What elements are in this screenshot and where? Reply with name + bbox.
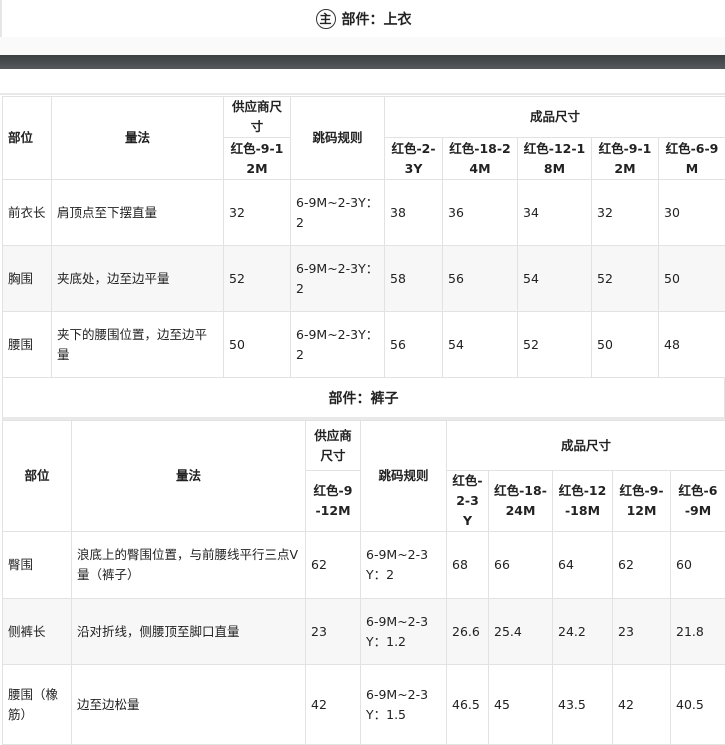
section-title-top: 部件：上衣 — [342, 9, 412, 29]
header-part: 部位 — [3, 421, 72, 532]
cell-rule: 6-9M~2-3Y：2 — [291, 246, 385, 312]
header-finished: 成品尺寸 — [385, 97, 725, 138]
section-header-top: 主 部件：上衣 — [0, 0, 725, 37]
cell-size-value: 46.5 — [447, 665, 489, 745]
cell-method: 边至边松量 — [72, 665, 306, 745]
cell-method: 沿对折线，侧腰顶至脚口直量 — [72, 599, 306, 665]
cell-part: 胸围 — [3, 246, 52, 312]
cell-size-value: 21.8 — [671, 599, 725, 665]
cell-size-value: 68 — [447, 532, 489, 599]
cell-size-value: 48 — [659, 312, 725, 378]
cell-size-value: 26.6 — [447, 599, 489, 665]
cell-method: 浪底上的臀围位置，与前腰线平行三点V量（裤子） — [72, 532, 306, 599]
cell-size-value: 54 — [518, 246, 592, 312]
cell-size-value: 54 — [443, 312, 518, 378]
section-title-pants: 部件：裤子 — [329, 388, 399, 408]
cell-size-value: 56 — [385, 312, 443, 378]
cell-size-value: 25.4 — [489, 599, 553, 665]
spacer — [0, 37, 725, 55]
cell-size-value: 43.5 — [553, 665, 613, 745]
main-badge-icon: 主 — [316, 9, 336, 29]
cell-rule: 6-9M~2-3Y：1.5 — [361, 665, 447, 745]
cell-size-value: 56 — [443, 246, 518, 312]
header-supplier-size: 红色-9-12M — [224, 138, 291, 180]
cell-size-value: 24.2 — [553, 599, 613, 665]
header-supplier: 供应商尺寸 — [306, 421, 361, 471]
top-size-table: 部位 量法 供应商尺寸 跳码规则 成品尺寸 红色-9-12M 红色-2-3Y 红… — [2, 96, 725, 378]
cell-method: 夹下的腰围位置，边至边平量 — [52, 312, 224, 378]
cell-supplier: 42 — [306, 665, 361, 745]
cell-supplier: 52 — [224, 246, 291, 312]
cell-size-value: 34 — [518, 180, 592, 246]
header-size: 红色-12-18M — [518, 138, 592, 180]
cell-size-value: 58 — [385, 246, 443, 312]
header-rule: 跳码规则 — [291, 97, 385, 180]
header-size: 红色-18-24M — [443, 138, 518, 180]
spacer — [0, 69, 725, 95]
cell-rule: 6-9M~2-3Y：2 — [291, 180, 385, 246]
table-row: 臀围浪底上的臀围位置，与前腰线平行三点V量（裤子）626-9M~2-3Y：268… — [3, 532, 725, 599]
cell-size-value: 42 — [613, 665, 671, 745]
header-size: 红色-2-3Y — [447, 471, 489, 532]
header-method: 量法 — [72, 421, 306, 532]
cell-size-value: 52 — [518, 312, 592, 378]
cell-rule: 6-9M~2-3Y：2 — [361, 532, 447, 599]
cell-size-value: 23 — [613, 599, 671, 665]
header-size: 红色-9-12M — [592, 138, 659, 180]
cell-part: 腰围 — [3, 312, 52, 378]
header-method: 量法 — [52, 97, 224, 180]
table-row: 腰围夹下的腰围位置，边至边平量506-9M~2-3Y：25654525048 — [3, 312, 725, 378]
cell-size-value: 32 — [592, 180, 659, 246]
pants-size-table: 部位 量法 供应商尺寸 跳码规则 成品尺寸 红色-9-12M 红色-2-3Y 红… — [2, 420, 725, 745]
header-part: 部位 — [3, 97, 52, 180]
header-rule: 跳码规则 — [361, 421, 447, 532]
cell-size-value: 30 — [659, 180, 725, 246]
header-finished: 成品尺寸 — [447, 421, 725, 471]
cell-part: 臀围 — [3, 532, 72, 599]
cell-size-value: 60 — [671, 532, 725, 599]
cell-size-value: 50 — [592, 312, 659, 378]
table-row: 胸围夹底处，边至边平量526-9M~2-3Y：25856545250 — [3, 246, 725, 312]
cell-size-value: 36 — [443, 180, 518, 246]
cell-method: 肩顶点至下摆直量 — [52, 180, 224, 246]
cell-size-value: 45 — [489, 665, 553, 745]
cell-size-value: 66 — [489, 532, 553, 599]
header-size: 红色-9-12M — [613, 471, 671, 532]
divider-bar — [0, 55, 725, 69]
header-size: 红色-2-3Y — [385, 138, 443, 180]
cell-size-value: 40.5 — [671, 665, 725, 745]
cell-size-value: 64 — [553, 532, 613, 599]
cell-supplier: 32 — [224, 180, 291, 246]
cell-size-value: 38 — [385, 180, 443, 246]
header-size: 红色-6-9M — [659, 138, 725, 180]
cell-supplier: 50 — [224, 312, 291, 378]
cell-supplier: 23 — [306, 599, 361, 665]
cell-size-value: 50 — [659, 246, 725, 312]
cell-method: 夹底处，边至边平量 — [52, 246, 224, 312]
table-row: 前衣长肩顶点至下摆直量326-9M~2-3Y：23836343230 — [3, 180, 725, 246]
cell-size-value: 52 — [592, 246, 659, 312]
table-row: 侧裤长沿对折线，侧腰顶至脚口直量236-9M~2-3Y：1.226.625.42… — [3, 599, 725, 665]
cell-rule: 6-9M~2-3Y：2 — [291, 312, 385, 378]
header-size: 红色-12-18M — [553, 471, 613, 532]
cell-part: 侧裤长 — [3, 599, 72, 665]
header-supplier-size: 红色-9-12M — [306, 471, 361, 532]
header-supplier: 供应商尺寸 — [224, 97, 291, 138]
header-size: 红色-18-24M — [489, 471, 553, 532]
cell-supplier: 62 — [306, 532, 361, 599]
cell-part: 前衣长 — [3, 180, 52, 246]
cell-part: 腰围（橡筋） — [3, 665, 72, 745]
header-size: 红色-6-9M — [671, 471, 725, 532]
cell-rule: 6-9M~2-3Y：1.2 — [361, 599, 447, 665]
section-header-pants: 部件：裤子 — [2, 377, 725, 420]
table-row: 腰围（橡筋）边至边松量426-9M~2-3Y：1.546.54543.54240… — [3, 665, 725, 745]
cell-size-value: 62 — [613, 532, 671, 599]
